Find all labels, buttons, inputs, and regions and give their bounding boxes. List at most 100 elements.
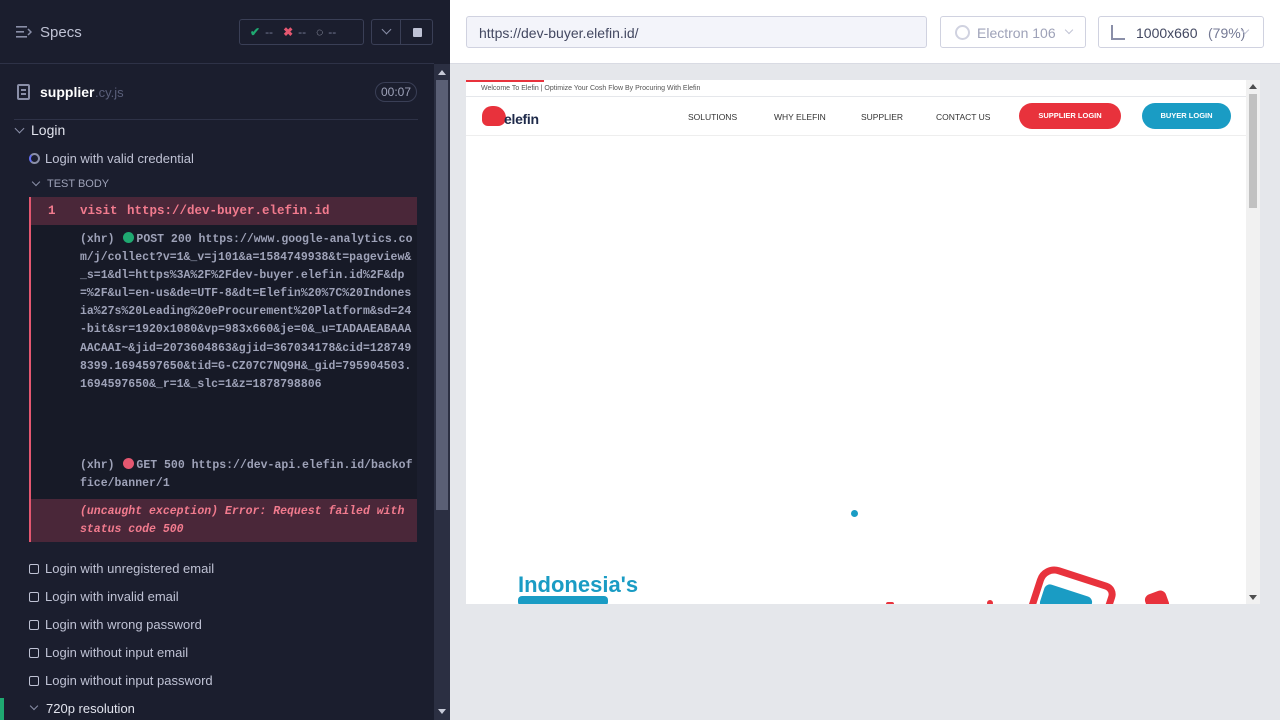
failed-count: -- [298,25,307,39]
runner-sidebar: Specs ✔ -- ✖ -- ◌ -- supplier .cy.js 00:07 … [0,0,450,720]
passed-stat: ✔ -- [250,25,273,39]
pending-box-icon [29,620,39,630]
viewport-size: 1000x660 [1136,25,1198,41]
spec-file-ext: .cy.js [95,85,124,100]
browser-selector[interactable]: Electron 106 [940,16,1086,48]
hero-art [987,600,993,604]
scroll-up-icon[interactable] [438,70,446,75]
hero-art [886,602,894,604]
nav-solutions[interactable]: SOLUTIONS [688,112,737,122]
suite-label: Login [31,122,66,138]
hero-illustration [1143,588,1171,604]
status-dot-green-icon [123,232,135,243]
test-body-label: TEST BODY [47,178,110,190]
status-dot-red-icon [123,458,135,469]
failed-stat: ✖ -- [283,25,306,39]
hero-heading-line2 [518,596,608,604]
sidebar-scrollbar[interactable] [434,64,450,720]
scroll-thumb[interactable] [436,80,448,510]
buyer-login-button[interactable]: BUYER LOGIN [1142,103,1231,129]
test-label: Login without input email [45,645,189,660]
chevron-down-icon [29,701,39,711]
test-active[interactable]: Login with valid credential [0,148,434,170]
pending-box-icon [29,564,39,574]
command-visit[interactable]: 1 visit https://dev-buyer.elefin.id [31,197,417,225]
pending-stat: ◌ -- [316,25,336,39]
status-bar [0,698,4,720]
welcome-banner: Welcome To Elefin | Optimize Your Cosh F… [466,80,1246,97]
duration-badge: 00:07 [375,82,417,102]
electron-icon [955,25,970,40]
scroll-thumb[interactable] [1249,94,1257,208]
suite-login[interactable]: Login [0,120,434,140]
xhr-log-1[interactable]: (xhr) POST 200 https://www.google-analyt… [80,231,415,394]
spec-file-header: supplier .cy.js 00:07 [0,76,434,108]
viewport-selector[interactable]: 1000x660 (79%) [1098,16,1264,48]
specs-title[interactable]: Specs [40,24,82,41]
test-label: Login with unregistered email [45,561,215,576]
test-item[interactable]: Login with wrong password [0,614,434,636]
app-iframe[interactable]: Welcome To Elefin | Optimize Your Cosh F… [466,80,1260,604]
ruler-icon [1111,25,1125,40]
test-stats: ✔ -- ✖ -- ◌ -- [239,19,364,45]
xhr-text: POST 200 https://www.google-analytics.co… [80,233,413,391]
site-logo[interactable]: elefin [504,111,539,127]
scroll-down-icon[interactable] [1249,595,1257,600]
test-item[interactable]: Login with invalid email [0,586,434,608]
suite-720p[interactable]: 720p resolution [0,698,434,720]
pending-box-icon [29,676,39,686]
preview-toolbar: https://dev-buyer.elefin.id/ Electron 10… [450,0,1280,64]
pending-icon: ◌ [316,25,324,39]
test-label: Login without input password [45,673,213,688]
pending-count: -- [328,25,337,39]
browser-label: Electron 106 [977,25,1056,41]
scroll-up-icon[interactable] [1249,84,1257,89]
test-label: Login with valid credential [45,151,194,166]
specs-header: Specs ✔ -- ✖ -- ◌ -- [0,0,434,64]
check-icon: ✔ [250,25,261,39]
preview-pane: https://dev-buyer.elefin.id/ Electron 10… [450,0,1280,720]
error-log[interactable]: (uncaught exception) Error: Request fail… [31,499,417,542]
test-label: Login with wrong password [45,617,202,632]
nav-contact-us[interactable]: CONTACT US [936,112,990,122]
test-label: Login with invalid email [45,589,179,604]
test-item[interactable]: Login without input email [0,642,434,664]
chevron-down-icon [381,24,392,35]
stop-icon [413,28,422,37]
chevron-down-icon [1064,25,1074,35]
page-load-progress [466,80,544,82]
running-spinner-icon [29,153,40,164]
xhr-prefix: (xhr) [80,459,115,472]
specs-list-icon[interactable] [16,25,32,39]
supplier-login-button[interactable]: SUPPLIER LOGIN [1019,103,1121,129]
xhr-log-2[interactable]: (xhr) GET 500 https://dev-api.elefin.id/… [80,457,415,493]
spec-file-name[interactable]: supplier [40,84,94,100]
test-item[interactable]: Login without input password [0,670,434,692]
pending-box-icon [29,592,39,602]
file-icon [17,84,30,100]
nav-supplier[interactable]: SUPPLIER [861,112,903,122]
expand-button[interactable] [371,19,401,45]
command-number: 1 [48,204,56,218]
url-bar[interactable]: https://dev-buyer.elefin.id/ [466,16,927,48]
error-message: (uncaught exception) Error: Request fail… [80,505,405,536]
test-item[interactable]: Login with unregistered email [0,558,434,580]
chevron-down-icon [14,123,25,134]
command-message: https://dev-buyer.elefin.id [127,204,330,218]
passed-count: -- [265,25,274,39]
stop-button[interactable] [401,19,433,45]
command-log: 1 visit https://dev-buyer.elefin.id (xhr… [29,197,417,542]
xhr-prefix: (xhr) [80,233,115,246]
zoom-level: (79%) [1208,25,1246,41]
scroll-down-icon[interactable] [438,709,446,714]
elephant-logo-icon[interactable] [482,106,506,126]
command-name: visit [80,204,118,218]
loading-dot [851,510,858,517]
hero-heading: Indonesia's [518,572,639,597]
site-navbar: elefin SOLUTIONS WHY ELEFIN SUPPLIER CON… [466,97,1246,136]
cross-icon: ✖ [283,25,294,39]
iframe-scrollbar[interactable] [1246,80,1260,604]
chevron-down-icon [31,177,41,187]
nav-why-elefin[interactable]: WHY ELEFIN [774,112,826,122]
suite-label: 720p resolution [46,701,135,716]
